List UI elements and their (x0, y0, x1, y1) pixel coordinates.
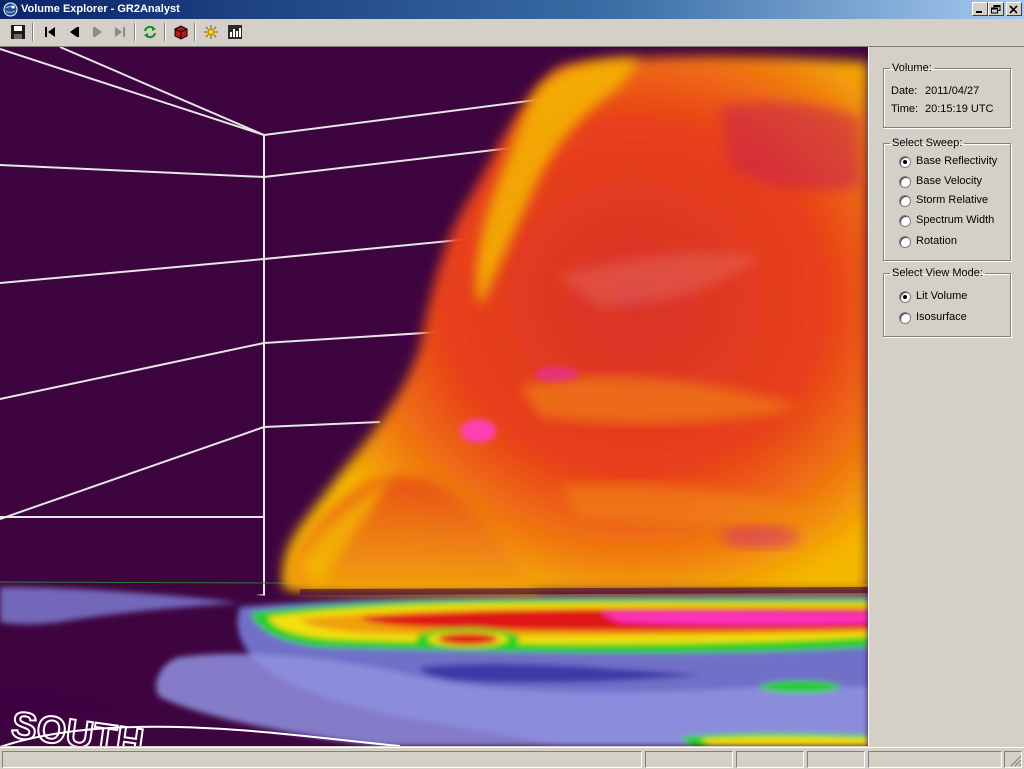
radio-label: Base Velocity (916, 175, 983, 187)
close-icon (1009, 5, 1018, 14)
refresh-icon (144, 25, 156, 39)
floppy-disk-icon (11, 25, 25, 39)
radio-button[interactable] (899, 236, 911, 248)
minimize-button[interactable] (972, 2, 988, 16)
sweep-group-legend: Select Sweep: (892, 137, 963, 149)
radio-label: Rotation (916, 235, 957, 247)
radio-button[interactable] (899, 195, 911, 207)
toolbar-separator (194, 23, 196, 41)
hail-core-marker (460, 419, 496, 443)
volume-cube-button[interactable] (171, 22, 191, 42)
ground-reflectivity-scan: SOUTH (0, 581, 868, 746)
volume-date-row: Date: 2011/04/27 (891, 85, 979, 97)
cube-icon (174, 25, 188, 40)
side-panel: Volume: Date: 2011/04/27 Time: 20:15:19 … (868, 47, 1024, 746)
toolbar (0, 19, 1024, 47)
restore-button[interactable] (988, 2, 1004, 16)
first-frame-button[interactable] (40, 22, 60, 42)
refresh-button[interactable] (140, 22, 160, 42)
status-panel (807, 751, 865, 768)
minimize-icon (976, 11, 982, 13)
radio-button[interactable] (899, 312, 911, 324)
sun-burst-icon (204, 25, 218, 39)
bar-chart-icon (228, 25, 242, 39)
step-forward-icon (93, 27, 102, 37)
radio-button[interactable] (899, 176, 911, 188)
close-button[interactable] (1006, 2, 1022, 16)
status-bar (0, 747, 1024, 769)
radio-label: Spectrum Width (916, 214, 995, 226)
radio-button[interactable] (899, 215, 911, 227)
volume-render-viewport[interactable]: SOUTH (0, 47, 868, 746)
title-bar: Volume Explorer - GR2Analyst (0, 0, 1024, 19)
radio-label: Storm Relative (916, 194, 989, 206)
date-value: 2011/04/27 (925, 85, 980, 97)
histogram-button[interactable] (225, 22, 245, 42)
save-button[interactable] (8, 22, 28, 42)
radio-button[interactable] (899, 291, 911, 303)
status-panel-main (2, 751, 642, 768)
time-value: 20:15:19 UTC (925, 103, 994, 115)
status-panel (868, 751, 1002, 768)
radio-button[interactable] (899, 156, 911, 168)
toolbar-separator (164, 23, 166, 41)
lighting-button[interactable] (201, 22, 221, 42)
next-frame-button[interactable] (88, 22, 108, 42)
volume-group-legend: Volume: (892, 62, 932, 74)
view-mode-group-legend: Select View Mode: (892, 267, 983, 279)
storm-volume-render: SOUTH (0, 47, 868, 746)
skip-to-end-icon (115, 27, 125, 37)
toolbar-separator (134, 23, 136, 41)
volume-time-row: Time: 20:15:19 UTC (891, 103, 993, 115)
previous-frame-button[interactable] (64, 22, 84, 42)
app-globe-icon (3, 2, 18, 17)
resize-grip-icon[interactable] (1010, 755, 1022, 767)
time-label: Time: (891, 103, 919, 115)
last-frame-button[interactable] (110, 22, 130, 42)
radio-label: Base Reflectivity (916, 155, 998, 167)
date-label: Date: (891, 85, 918, 97)
restore-icon (991, 5, 1001, 14)
radio-label: Isosurface (916, 311, 967, 323)
storm-cloud-volume (283, 56, 868, 595)
window-title: Volume Explorer - GR2Analyst (21, 3, 180, 15)
status-panel (736, 751, 804, 768)
status-panel (645, 751, 733, 768)
step-back-icon (70, 27, 79, 37)
toolbar-separator (32, 23, 34, 41)
radio-label: Lit Volume (916, 290, 968, 302)
skip-to-start-icon (45, 27, 55, 37)
